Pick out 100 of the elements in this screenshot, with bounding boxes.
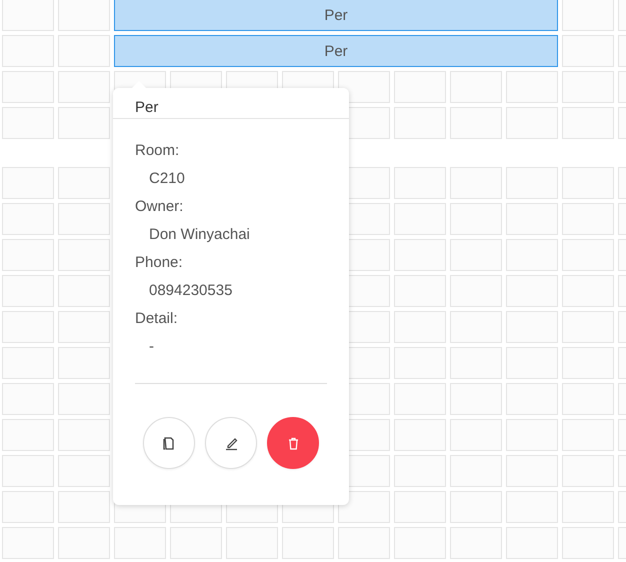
grid-cell[interactable] [506, 347, 558, 379]
field-label: Owner: [135, 197, 184, 217]
grid-cell[interactable] [2, 167, 54, 199]
grid-cell[interactable] [226, 527, 278, 559]
grid-cell[interactable] [506, 311, 558, 343]
grid-cell[interactable] [450, 167, 502, 199]
grid-cell[interactable] [58, 383, 110, 415]
grid-cell[interactable] [58, 527, 110, 559]
grid-cell[interactable] [2, 419, 54, 451]
grid-cell[interactable] [2, 0, 54, 31]
grid-cell[interactable] [450, 455, 502, 487]
grid-cell[interactable] [58, 455, 110, 487]
grid-cell[interactable] [394, 239, 446, 271]
grid-cell[interactable] [450, 71, 502, 103]
grid-cell[interactable] [450, 347, 502, 379]
grid-cell[interactable] [562, 71, 614, 103]
grid-cell[interactable] [394, 311, 446, 343]
grid-cell[interactable] [58, 347, 110, 379]
grid-cell[interactable] [450, 419, 502, 451]
grid-cell[interactable] [562, 455, 614, 487]
grid-cell[interactable] [2, 311, 54, 343]
grid-cell[interactable] [394, 347, 446, 379]
booking-bar[interactable]: Per [114, 0, 558, 31]
grid-cell[interactable] [2, 107, 54, 139]
grid-cell[interactable] [2, 347, 54, 379]
popover-title: Per [113, 88, 349, 119]
grid-cell[interactable] [450, 311, 502, 343]
grid-cell[interactable] [2, 239, 54, 271]
field-label: Phone: [135, 253, 184, 273]
field-value: 0894230535 [148, 281, 234, 301]
grid-cell[interactable] [562, 491, 614, 523]
grid-cell[interactable] [58, 71, 110, 103]
delete-button[interactable] [267, 417, 319, 469]
grid-cell[interactable] [2, 35, 54, 67]
grid-cell[interactable] [394, 491, 446, 523]
grid-cell[interactable] [562, 35, 614, 67]
grid-cell[interactable] [2, 275, 54, 307]
grid-cell[interactable] [450, 491, 502, 523]
grid-cell[interactable] [58, 311, 110, 343]
grid-cell[interactable] [394, 107, 446, 139]
grid-cell[interactable] [562, 347, 614, 379]
grid-cell[interactable] [506, 491, 558, 523]
grid-cell[interactable] [58, 419, 110, 451]
grid-cell[interactable] [506, 239, 558, 271]
grid-cell[interactable] [58, 107, 110, 139]
grid-cell[interactable] [506, 167, 558, 199]
grid-cell[interactable] [506, 275, 558, 307]
grid-cell[interactable] [338, 527, 390, 559]
grid-cell[interactable] [562, 167, 614, 199]
grid-cell[interactable] [58, 35, 110, 67]
grid-cell[interactable] [58, 275, 110, 307]
grid-cell[interactable] [506, 383, 558, 415]
grid-cell[interactable] [506, 107, 558, 139]
grid-cell[interactable] [394, 455, 446, 487]
grid-cell[interactable] [58, 167, 110, 199]
grid-cell[interactable] [394, 71, 446, 103]
grid-cell[interactable] [394, 203, 446, 235]
grid-cell[interactable] [394, 527, 446, 559]
grid-cell[interactable] [58, 239, 110, 271]
grid-cell[interactable] [2, 527, 54, 559]
grid-cell[interactable] [506, 455, 558, 487]
grid-cell[interactable] [394, 383, 446, 415]
grid-cell[interactable] [562, 419, 614, 451]
grid-cell[interactable] [450, 527, 502, 559]
grid-cell[interactable] [450, 107, 502, 139]
grid-cell[interactable] [2, 71, 54, 103]
grid-cell[interactable] [58, 491, 110, 523]
grid-cell[interactable] [562, 239, 614, 271]
grid-cell[interactable] [58, 0, 110, 31]
grid-cell[interactable] [562, 311, 614, 343]
grid-cell[interactable] [450, 239, 502, 271]
grid-cell[interactable] [114, 527, 166, 559]
grid-cell[interactable] [562, 107, 614, 139]
grid-cell[interactable] [2, 383, 54, 415]
grid-cell[interactable] [338, 71, 390, 103]
grid-cell[interactable] [170, 527, 222, 559]
grid-cell[interactable] [58, 203, 110, 235]
grid-cell[interactable] [506, 419, 558, 451]
grid-cell[interactable] [506, 71, 558, 103]
grid-cell[interactable] [2, 491, 54, 523]
grid-cell[interactable] [2, 203, 54, 235]
grid-cell[interactable] [394, 419, 446, 451]
grid-cell[interactable] [562, 383, 614, 415]
grid-cell[interactable] [394, 275, 446, 307]
edit-button[interactable] [205, 417, 257, 469]
grid-cell[interactable] [2, 455, 54, 487]
grid-cell[interactable] [450, 203, 502, 235]
grid-cell[interactable] [562, 527, 614, 559]
grid-cell[interactable] [282, 527, 334, 559]
grid-cell[interactable] [562, 275, 614, 307]
grid-cell[interactable] [394, 167, 446, 199]
grid-cell[interactable] [450, 275, 502, 307]
grid-cell[interactable] [562, 203, 614, 235]
copy-button[interactable] [143, 417, 195, 469]
booking-bar[interactable]: Per [114, 35, 558, 67]
grid-cell[interactable] [562, 0, 614, 31]
grid-cell[interactable] [506, 203, 558, 235]
grid-cell[interactable] [338, 491, 390, 523]
grid-cell[interactable] [450, 383, 502, 415]
grid-cell[interactable] [506, 527, 558, 559]
